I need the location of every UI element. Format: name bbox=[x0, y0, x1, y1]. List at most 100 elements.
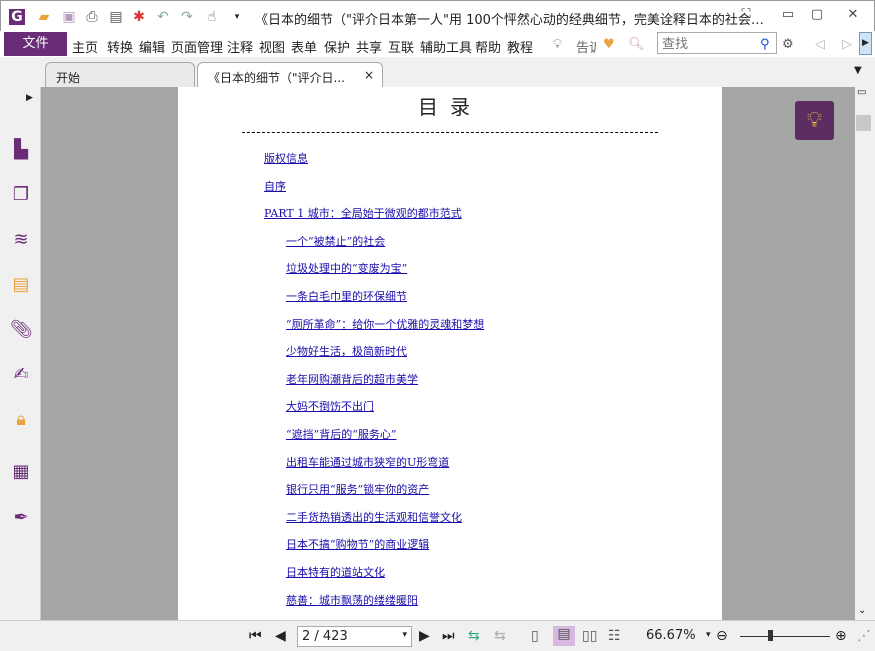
menu-comment[interactable]: 注释 bbox=[227, 37, 253, 56]
previous-page-icon[interactable]: ◀ bbox=[275, 628, 286, 644]
find-folder-icon[interactable]: 🔍︎ bbox=[628, 37, 645, 52]
new-icon[interactable]: ✱ bbox=[131, 9, 147, 25]
customize-dropdown-icon[interactable]: ▾ bbox=[229, 9, 245, 25]
file-menu-button[interactable]: 文件 bbox=[4, 32, 67, 56]
menu-help[interactable]: 帮助 bbox=[475, 37, 501, 56]
previous-view-icon[interactable]: ⇆ bbox=[468, 628, 480, 644]
zoom-dropdown-icon[interactable]: ▾ bbox=[706, 630, 711, 640]
toc-entry[interactable]: 一个“被禁止”的社会 bbox=[286, 233, 385, 249]
open-icon[interactable]: ▰ bbox=[36, 9, 52, 25]
vertical-scrollbar[interactable]: ▭ ⌄ bbox=[855, 87, 872, 620]
close-button[interactable]: ✕ bbox=[843, 7, 863, 22]
ribbon-scroll-right-button[interactable]: ▶ bbox=[859, 32, 872, 55]
toc-entry[interactable]: 垃圾处理中的“变废为宝” bbox=[286, 260, 407, 276]
toc-entry[interactable]: “厕所革命”：给你一个优雅的灵魂和梦想 bbox=[286, 316, 484, 332]
comments-icon[interactable]: ▤ bbox=[10, 274, 32, 296]
search-input[interactable] bbox=[657, 32, 777, 54]
tab-list-dropdown-icon[interactable]: ▼ bbox=[854, 65, 862, 76]
scroll-up-icon[interactable]: ▭ bbox=[857, 87, 866, 98]
redo-icon[interactable]: ↷ bbox=[179, 9, 195, 25]
save-icon[interactable]: ▣ bbox=[61, 9, 77, 25]
lightbulb-tip-button[interactable]: 💡︎ bbox=[795, 101, 834, 140]
menu-edit[interactable]: 编辑 bbox=[139, 37, 165, 56]
menu-organize[interactable]: 页面管理 bbox=[171, 37, 223, 56]
form-icon[interactable]: ▦ bbox=[10, 461, 32, 483]
menu-view[interactable]: 视图 bbox=[259, 37, 285, 56]
toc-entry[interactable]: 慈善：城市飘荡的缕缕暖阳 bbox=[286, 592, 418, 608]
scroll-down-icon[interactable]: ⌄ bbox=[858, 605, 866, 616]
close-tab-icon[interactable]: × bbox=[364, 68, 374, 82]
layers-icon[interactable]: ≋ bbox=[10, 229, 32, 251]
certificate-icon[interactable]: ✒ bbox=[10, 507, 32, 529]
window-title: 《日本的细节（"评介日本第一人"用 100个怦然心动的经典细节，完美诠释日本的社… bbox=[255, 13, 764, 28]
menu-accessibility[interactable]: 辅助工具 bbox=[420, 37, 472, 56]
feedback-heart-icon[interactable]: ♥ bbox=[603, 37, 615, 52]
toc-entry[interactable]: 二手货热销透出的生活观和信誉文化 bbox=[286, 509, 462, 525]
page-dropdown-icon[interactable]: ▾ bbox=[402, 630, 407, 640]
zoom-slider-handle[interactable] bbox=[768, 630, 773, 641]
undo-icon[interactable]: ↶ bbox=[155, 9, 171, 25]
attachment-icon[interactable]: 📎︎ bbox=[10, 319, 33, 341]
signature-icon[interactable]: ✍ bbox=[10, 364, 32, 386]
prev-icon[interactable]: ◁ bbox=[815, 37, 825, 52]
page-number-value: 2 / 423 bbox=[302, 629, 348, 644]
tab-document-label: 《日本的细节（"评介日... bbox=[208, 71, 345, 85]
zoom-out-icon[interactable]: ⊖ bbox=[716, 628, 728, 644]
maximize-button[interactable]: ▢ bbox=[807, 7, 827, 22]
minimize-button[interactable]: ▭ bbox=[778, 7, 798, 22]
menu-tutorial[interactable]: 教程 bbox=[507, 37, 533, 56]
resize-grip-icon[interactable]: ⋰ bbox=[857, 628, 871, 644]
next-view-icon[interactable]: ⇆ bbox=[494, 628, 506, 644]
toc-entry[interactable]: PART 1 城市：全局始于微观的都市范式 bbox=[264, 205, 462, 221]
print-icon[interactable]: ⎙ bbox=[84, 9, 100, 25]
menu-form[interactable]: 表单 bbox=[291, 37, 317, 56]
toc-entry[interactable]: 大妈不捯饬不出门 bbox=[286, 398, 374, 414]
toc-entry[interactable]: 日本不搞“购物节”的商业逻辑 bbox=[286, 536, 429, 552]
settings-gear-icon[interactable]: ⚙ bbox=[782, 37, 794, 52]
first-page-icon[interactable]: ⏮ bbox=[249, 628, 262, 644]
zoom-in-icon[interactable]: ⊕ bbox=[835, 628, 847, 644]
toc-entry[interactable]: 一条白毛巾里的环保细节 bbox=[286, 288, 407, 304]
title-bar: G ▰ ▣ ⎙ ▤ ✱ ↶ ↷ ☝ ▾ 《日本的细节（"评介日本第一人"用 10… bbox=[0, 0, 875, 31]
continuous-facing-icon[interactable]: ☷ bbox=[608, 628, 621, 644]
foxit-logo-icon[interactable]: G bbox=[9, 9, 25, 25]
tab-bar: 开始 《日本的细节（"评介日... × ▼ bbox=[0, 57, 875, 88]
document-viewer: 目录 版权信息自序 PART 1 城市：全局始于微观的都市范式一个“被禁止”的社会… bbox=[41, 87, 855, 620]
toc-entry[interactable]: 老年网购潮背后的超市美学 bbox=[286, 371, 418, 387]
page-icon[interactable]: ▙ bbox=[10, 139, 32, 161]
toc-entry[interactable]: 日本特有的道站文化 bbox=[286, 564, 385, 580]
continuous-page-icon[interactable]: ▤ bbox=[553, 626, 575, 646]
toc-entry[interactable]: “遮挡”背后的“服务心” bbox=[286, 426, 397, 442]
next-icon[interactable]: ▷ bbox=[842, 37, 852, 52]
toc-entry[interactable]: 少物好生活，极简新时代 bbox=[286, 343, 407, 359]
scrollbar-thumb[interactable] bbox=[856, 115, 871, 131]
next-page-icon[interactable]: ▶ bbox=[419, 628, 430, 644]
toc-entry[interactable]: 自序 bbox=[264, 178, 286, 194]
tell-me[interactable]: 告诉 bbox=[576, 37, 596, 56]
pages-thumbnail-icon[interactable]: ❐ bbox=[10, 184, 32, 206]
properties-icon[interactable]: ▤ bbox=[108, 9, 124, 25]
expand-panel-icon[interactable]: ▶ bbox=[26, 93, 33, 103]
tab-document[interactable]: 《日本的细节（"评介日... × bbox=[197, 62, 383, 88]
lock-icon[interactable]: 🔒︎ bbox=[10, 409, 32, 431]
menu-share[interactable]: 共享 bbox=[356, 37, 382, 56]
search-icon[interactable]: ⚲ bbox=[760, 37, 770, 52]
last-page-icon[interactable]: ⏭ bbox=[442, 628, 455, 644]
zoom-level[interactable]: 66.67% bbox=[646, 628, 696, 643]
menu-convert[interactable]: 转换 bbox=[107, 37, 133, 56]
toc-entry[interactable]: 出租车能通过城市狭窄的U形弯道 bbox=[286, 454, 449, 470]
toc-title: 目录 bbox=[418, 95, 482, 119]
menu-connect[interactable]: 互联 bbox=[388, 37, 414, 56]
toc-entry[interactable]: 银行只用“服务”锁牢你的资产 bbox=[286, 481, 429, 497]
lightbulb-icon[interactable]: 💡︎ bbox=[553, 37, 562, 52]
facing-pages-icon[interactable]: ▯▯ bbox=[582, 628, 597, 644]
hand-tool-icon[interactable]: ☝ bbox=[204, 9, 220, 25]
menu-home[interactable]: 主页 bbox=[72, 37, 98, 56]
page-number-input[interactable]: 2 / 423 ▾ bbox=[297, 626, 412, 647]
menu-protect[interactable]: 保护 bbox=[324, 37, 350, 56]
single-page-icon[interactable]: ▯ bbox=[531, 628, 539, 644]
toc-entry[interactable]: 版权信息 bbox=[264, 150, 308, 166]
zoom-slider[interactable] bbox=[740, 636, 830, 637]
fullscreen-icon[interactable]: ⛶ bbox=[736, 7, 756, 22]
tab-start[interactable]: 开始 bbox=[45, 62, 195, 87]
